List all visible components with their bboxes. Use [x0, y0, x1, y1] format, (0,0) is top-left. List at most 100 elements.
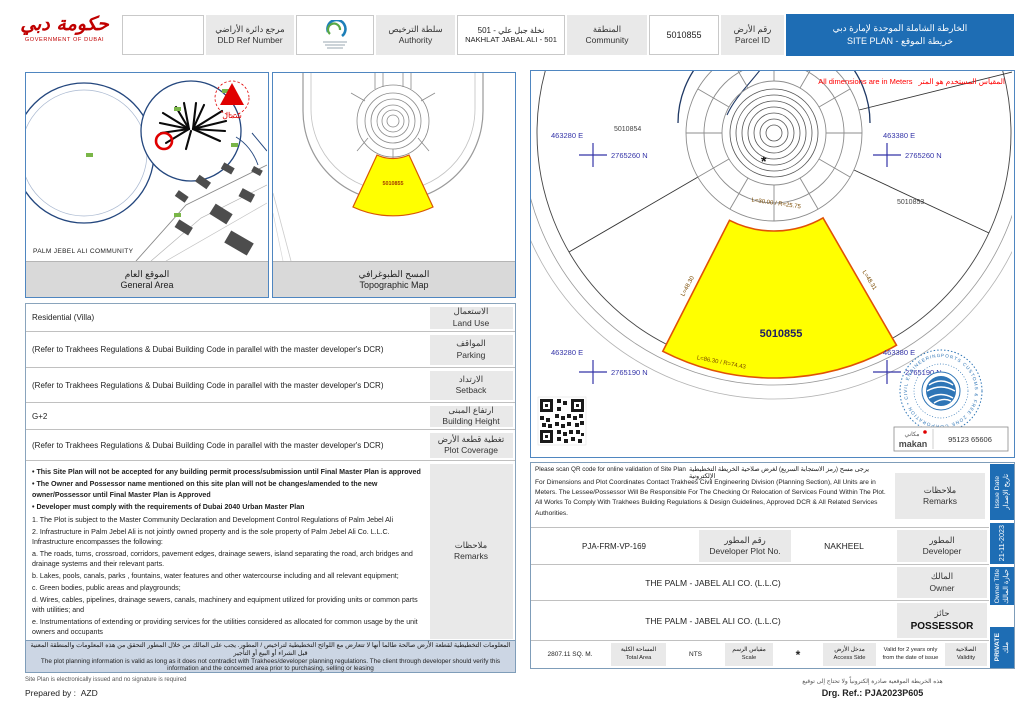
- owner-label-ar: المالك: [931, 571, 953, 582]
- remarks-text-block: • This Site Plan will not be accepted fo…: [26, 461, 427, 641]
- possessor-value: THE PALM - JABEL ALI CO. (L.L.C): [531, 601, 895, 640]
- info-remarks-label: ملاحظات Remarks: [895, 473, 985, 519]
- parcel-id-label-cell: رقم الأرض Parcel ID: [721, 15, 784, 55]
- developer-plot-no-label: رقم المطور Developer Plot No.: [699, 530, 791, 562]
- plot-coverage-label-ar: تغطية قطعة الأرض: [438, 434, 505, 445]
- remark-bullet-3: • Developer must comply with the require…: [32, 502, 421, 512]
- tenure-label-en: PRIVATE: [994, 633, 1002, 661]
- plot-coverage-label-en: Plot Coverage: [444, 445, 498, 456]
- total-area-value: 2807.11 SQ. M.: [531, 641, 609, 668]
- possessor-label: حائز POSSESSOR: [897, 603, 987, 638]
- remark-line-d: d. Wires, cables, pipelines, drainage se…: [32, 595, 421, 616]
- community-label-cell: المنطقة Community: [567, 15, 647, 55]
- trakhees-logo-icon: [318, 20, 352, 50]
- issue-date-label-ar: تاريخ الإصدار: [1003, 474, 1011, 510]
- remark-line-b: b. Lakes, pools, canals, parks , fountai…: [32, 571, 421, 581]
- prepared-by-line: Prepared by : AZD: [25, 688, 98, 698]
- dimensions-note-en: All dimensions are in Meters: [818, 77, 912, 86]
- parcel-id-value: 5010855: [666, 30, 701, 40]
- access-side-label-en: Access Side: [834, 655, 866, 663]
- authority-logo-cell: [296, 15, 374, 55]
- plot-coverage-value: (Refer to Trakhees Regulations & Dubai B…: [26, 430, 427, 460]
- owner-row: THE PALM - JABEL ALI CO. (L.L.C) المالك …: [531, 565, 989, 601]
- prepared-by-value: AZD: [81, 688, 98, 698]
- electronic-issue-note-ar: هذه الخريطة الموقعية صادرة إلكترونياً ول…: [730, 678, 1015, 685]
- tenure-label-ar: ملك: [1003, 642, 1011, 654]
- total-area-label: المساحة الكلية Total Area: [611, 643, 666, 666]
- community-map-label: PALM JEBEL ALI COMMUNITY: [33, 248, 134, 255]
- dimensions-note-ar: المقياس المستخدم هو المتر: [918, 77, 1005, 86]
- general-area-caption-en: General Area: [120, 280, 173, 290]
- community-label-ar: المنطقة: [593, 24, 621, 35]
- parcel-id-label: 5010855: [760, 328, 803, 340]
- totals-row: 2807.11 SQ. M. المساحة الكلية Total Area…: [531, 641, 989, 668]
- remarks-row: • This Site Plan will not be accepted fo…: [26, 461, 515, 641]
- dld-ref-label-ar: مرجع دائرة الأراضي: [215, 24, 284, 35]
- topo-parcel-label: 5010855: [383, 181, 404, 187]
- community-label-en: Community: [586, 35, 629, 46]
- qr-code: [538, 397, 586, 445]
- building-height-row: G+2 ارتفاع المبنىBuilding Height: [26, 403, 515, 430]
- developer-plot-no-label-ar: رقم المطور: [724, 535, 766, 546]
- tenure-sidebar: PRIVATE ملك: [990, 627, 1014, 668]
- scale-label-ar: مقياس الرسم: [732, 647, 766, 655]
- makan-plate: مكاني makan 95123 65606: [894, 427, 1008, 451]
- remark-line-e: e. Instrumentations of extending or prov…: [32, 617, 421, 638]
- topographic-caption: المسح الطبوغرافي Topographic Map: [273, 261, 515, 297]
- land-use-label-en: Land Use: [453, 318, 489, 329]
- remark-bullet-2: • The Owner and Possessor name mentioned…: [32, 479, 421, 500]
- parking-value: (Refer to Trakhees Regulations & Dubai B…: [26, 332, 427, 367]
- building-height-value: G+2: [26, 403, 427, 429]
- coord-tr-n: 2765260 N: [905, 151, 942, 160]
- makan-logo-text: makan: [899, 439, 928, 449]
- land-use-value: Residential (Villa): [26, 304, 427, 331]
- parcel-id-value-cell: 5010855: [649, 15, 719, 55]
- drawing-reference-block: هذه الخريطة الموقعية صادرة إلكترونياً ول…: [730, 678, 1015, 698]
- community-value-ar: نخلة جبل علي - 501: [478, 26, 545, 35]
- scale-value: NTS: [668, 641, 723, 668]
- validity-note-en: The plot planning information is valid a…: [26, 658, 515, 672]
- general-area-map: شمال PALM JEBEL ALI COMMUNITY: [26, 73, 267, 261]
- community-value-cell: نخلة جبل علي - 501 NAKHLAT JABAL ALI - 5…: [457, 15, 565, 55]
- owner-value: THE PALM - JABEL ALI CO. (L.L.C): [531, 565, 895, 600]
- owner-title-sidebar: Owner Title حيازة المالك: [990, 567, 1014, 605]
- drg-ref: Drg. Ref.: PJA2023P605: [730, 688, 1015, 698]
- possessor-label-ar: حائز: [935, 608, 950, 619]
- issue-date-value-sidebar: 21-11-2023: [990, 523, 1014, 564]
- access-side-marker: *: [761, 153, 767, 169]
- info-remarks-label-ar: ملاحظات: [924, 485, 956, 496]
- developer-label: المطور Developer: [897, 530, 987, 562]
- info-remarks-text: For Dimensions and Plot Coordinates Cont…: [535, 478, 887, 519]
- makan-arabic: مكاني: [904, 431, 919, 438]
- site-plan-title-ar: الخارطة الشاملة الموحدة لإمارة دبي: [833, 22, 968, 36]
- gov-logo-english: GOVERNMENT OF DUBAI: [12, 37, 117, 43]
- info-remarks-label-en: Remarks: [923, 496, 957, 507]
- land-use-row: Residential (Villa) الاستعمالLand Use: [26, 304, 515, 332]
- electronic-issue-note: Site Plan is electronically issued and n…: [25, 677, 186, 683]
- validity-label-ar: الصلاحية: [956, 647, 976, 655]
- gov-logo-arabic: حكومة دبي: [12, 15, 117, 34]
- owner-label: المالك Owner: [897, 567, 987, 598]
- developer-label-en: Developer: [923, 546, 962, 557]
- ownership-info-table: Please scan QR code for online validatio…: [530, 462, 1015, 669]
- validity-label: الصلاحية Validity: [945, 643, 987, 666]
- makan-red-dot: [923, 430, 927, 434]
- general-area-map-box: شمال PALM JEBEL ALI COMMUNITY الموقع الع…: [25, 72, 269, 298]
- validity-label-en: Validity: [957, 655, 975, 663]
- scale-label: مقياس الرسم Scale: [725, 643, 773, 666]
- neighbor-parcel-right-label: 5010853: [897, 199, 924, 206]
- government-of-dubai-logo: حكومة دبي GOVERNMENT OF DUBAI: [12, 15, 117, 57]
- topographic-map-box: 5010855 المسح الطبوغرافي Topographic Map: [272, 72, 516, 298]
- parcel-id-label-ar: رقم الأرض: [734, 24, 772, 35]
- planning-validity-note-box: المعلومات التخطيطية لقطعة الأرض صالحة طا…: [25, 640, 516, 673]
- parking-label-en: Parking: [457, 350, 486, 361]
- owner-title-label-ar: حيازة المالك: [1003, 569, 1011, 604]
- developer-value: NAKHEEL: [793, 528, 895, 564]
- dld-ref-label-cell: مرجع دائرة الأراضي DLD Ref Number: [206, 15, 294, 55]
- remark-line-1: 1. The Plot is subject to the Master Com…: [32, 515, 421, 525]
- issue-date-label-en: Issue Date: [994, 476, 1002, 509]
- possessor-label-en: POSSESSOR: [911, 620, 974, 633]
- topographic-map: 5010855: [273, 73, 514, 261]
- coord-tl-n: 2765260 N: [611, 151, 648, 160]
- neighbor-parcel-top-label: 5010854: [614, 126, 641, 133]
